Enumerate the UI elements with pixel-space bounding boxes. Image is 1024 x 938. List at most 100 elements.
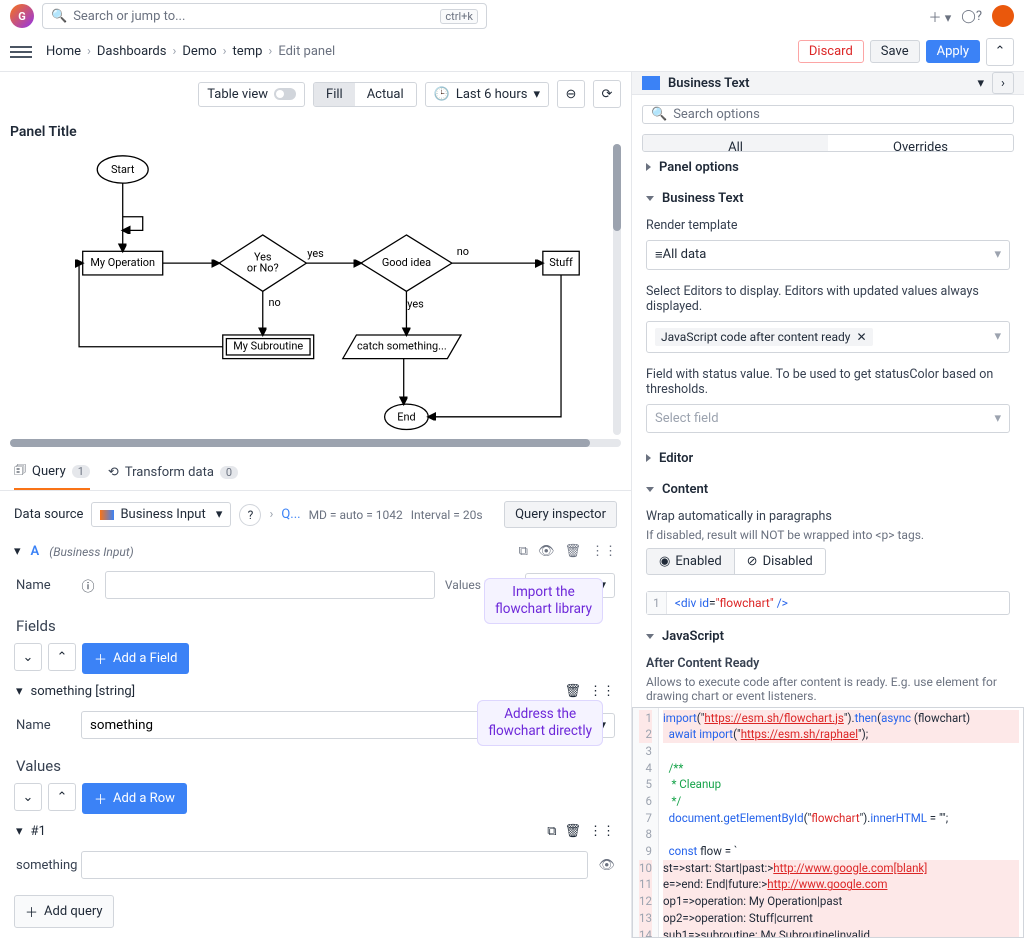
acr-desc: Allows to execute code after content is … <box>646 675 1010 703</box>
drag-icon[interactable]: ⋮⋮ <box>591 544 617 559</box>
vertical-scrollbar[interactable] <box>613 144 621 435</box>
global-search[interactable]: 🔍 Search or jump to... ctrl+k <box>42 3 487 29</box>
discard-button[interactable]: Discard <box>798 40 864 63</box>
section-business-text[interactable]: Business Text <box>632 183 1024 214</box>
transform-count-badge: 0 <box>220 466 238 479</box>
expand-all-button[interactable]: ⌃ <box>48 783 76 811</box>
field-name-input[interactable] <box>81 711 489 739</box>
search-kbd: ctrl+k <box>440 9 478 24</box>
expand-all-button[interactable]: ⌃ <box>48 643 76 671</box>
datasource-help[interactable]: ? <box>239 504 261 526</box>
svg-text:yes: yes <box>407 298 424 311</box>
crumb-home[interactable]: Home <box>46 44 81 59</box>
flowchart-canvas: Start My Operation Yesor No? yes no My S… <box>10 144 621 435</box>
close-icon[interactable]: ✕ <box>856 330 866 344</box>
render-label: Render template <box>646 214 1010 237</box>
chevron-down-icon[interactable]: ▾ <box>16 824 23 839</box>
tab-transform[interactable]: ⟲ Transform data 0 <box>108 455 238 490</box>
crumb-temp[interactable]: temp <box>233 44 263 59</box>
add-field-button[interactable]: ＋ Add a Field <box>82 643 189 674</box>
logo[interactable]: G <box>10 4 34 28</box>
query-letter[interactable]: A <box>31 544 40 559</box>
time-range-picker[interactable]: 🕒 Last 6 hours ▾ <box>425 82 549 107</box>
tab-query[interactable]: 🗊 Query 1 <box>14 455 90 490</box>
content-code-editor[interactable]: 1 <div id="flowchart" /> <box>646 591 1010 615</box>
svg-text:catch something...: catch something... <box>357 340 447 353</box>
save-button[interactable]: Save <box>870 40 920 63</box>
eye-icon[interactable]: 👁 <box>538 544 555 559</box>
chevron-down-icon[interactable]: ▾ <box>16 684 23 699</box>
apply-button[interactable]: Apply <box>926 40 980 63</box>
callout-address: Address the flowchart directly <box>477 700 603 746</box>
zoom-out-button[interactable]: ⊖ <box>557 80 585 108</box>
section-content[interactable]: Content <box>632 474 1024 505</box>
add-query-button[interactable]: ＋ Add query <box>14 895 114 928</box>
svg-text:Stuff: Stuff <box>549 256 573 269</box>
query-inspector-button[interactable]: Query inspector <box>504 501 617 528</box>
chevron-down-icon: ▾ <box>533 87 540 102</box>
wrap-label: Wrap automatically in paragraphs <box>646 505 1010 528</box>
duplicate-icon[interactable]: ⧉ <box>547 824 556 839</box>
collapse-all-button[interactable]: ⌄ <box>14 783 42 811</box>
query-link[interactable]: Q... <box>281 507 300 522</box>
chevron-right-button[interactable]: › <box>992 72 1014 94</box>
info-icon[interactable]: ⓘ <box>81 578 95 592</box>
horizontal-scrollbar[interactable] <box>10 439 621 447</box>
status-label: Field with status value. To be used to g… <box>646 363 1010 401</box>
chevron-down-icon[interactable]: ▾ <box>977 76 984 91</box>
crumb-demo[interactable]: Demo <box>182 44 216 59</box>
options-search[interactable]: 🔍 Search options <box>642 105 1014 124</box>
svg-text:End: End <box>397 410 415 423</box>
trash-icon[interactable]: 🗑 <box>564 544 581 559</box>
chevron-up-button[interactable]: ⌃ <box>986 38 1014 66</box>
fill-actual-segment[interactable]: Fill Actual <box>313 82 417 107</box>
wrap-disabled[interactable]: ⊘ Disabled <box>735 548 826 575</box>
wrap-enabled[interactable]: ◉ Enabled <box>646 548 735 575</box>
svg-text:or No?: or No? <box>247 261 279 274</box>
value-input[interactable] <box>81 851 588 879</box>
svg-text:My Subroutine: My Subroutine <box>233 340 303 353</box>
section-editor[interactable]: Editor <box>632 443 1024 474</box>
collapse-all-button[interactable]: ⌄ <box>14 643 42 671</box>
drag-icon[interactable]: ⋮⋮ <box>589 824 615 839</box>
search-placeholder: Search or jump to... <box>73 9 185 24</box>
status-field-select[interactable]: Select field▾ <box>646 404 1010 433</box>
trash-icon[interactable]: 🗑 <box>564 824 581 839</box>
query-name-input[interactable] <box>105 571 435 599</box>
switch-icon <box>274 88 296 100</box>
editors-select[interactable]: JavaScript code after content ready ✕▾ <box>646 321 1010 353</box>
javascript-code-editor[interactable]: 12345678910111213141516171819202122 impo… <box>632 707 1024 938</box>
render-select[interactable]: ≡ All data▾ <box>646 240 1010 270</box>
refresh-button[interactable]: ⟳ <box>593 80 621 108</box>
field-row-label: something [string] <box>31 684 136 699</box>
panel-title: Panel Title <box>10 124 621 140</box>
chevron-down-icon: ▾ <box>216 507 223 522</box>
avatar[interactable] <box>992 5 1014 27</box>
viz-name[interactable]: Business Text <box>668 76 749 91</box>
section-javascript[interactable]: JavaScript <box>632 621 1024 652</box>
table-view-toggle[interactable]: Table view <box>198 82 305 107</box>
tab-all[interactable]: All <box>643 135 828 150</box>
datasource-select[interactable]: Business Input ▾ <box>91 502 231 527</box>
interval-info: Interval = 20s <box>411 508 483 522</box>
add-row-button[interactable]: ＋ Add a Row <box>82 783 187 814</box>
callout-import: Import the flowchart library <box>484 578 603 624</box>
duplicate-icon[interactable]: ⧉ <box>519 544 528 559</box>
menu-toggle[interactable] <box>10 46 32 58</box>
crumb-edit: Edit panel <box>278 44 335 59</box>
help-icon[interactable]: ◯? <box>961 9 982 24</box>
drag-icon[interactable]: ⋮⋮ <box>589 684 615 699</box>
viz-icon <box>642 76 660 90</box>
fill-option[interactable]: Fill <box>314 83 355 106</box>
actual-option[interactable]: Actual <box>355 83 416 106</box>
query-icon: 🗊 <box>14 461 26 483</box>
acr-label: After Content Ready <box>646 652 1010 675</box>
svg-text:Good idea: Good idea <box>382 256 431 269</box>
add-menu[interactable]: ＋ ▾ <box>929 7 952 26</box>
eye-icon[interactable]: 👁 <box>598 858 615 873</box>
crumb-dash[interactable]: Dashboards <box>97 44 167 59</box>
section-panel-options[interactable]: Panel options <box>632 152 1024 183</box>
trash-icon[interactable]: 🗑 <box>564 684 581 699</box>
collapse-icon[interactable]: ▾ <box>14 544 21 559</box>
tab-overrides[interactable]: Overrides <box>828 135 1013 150</box>
